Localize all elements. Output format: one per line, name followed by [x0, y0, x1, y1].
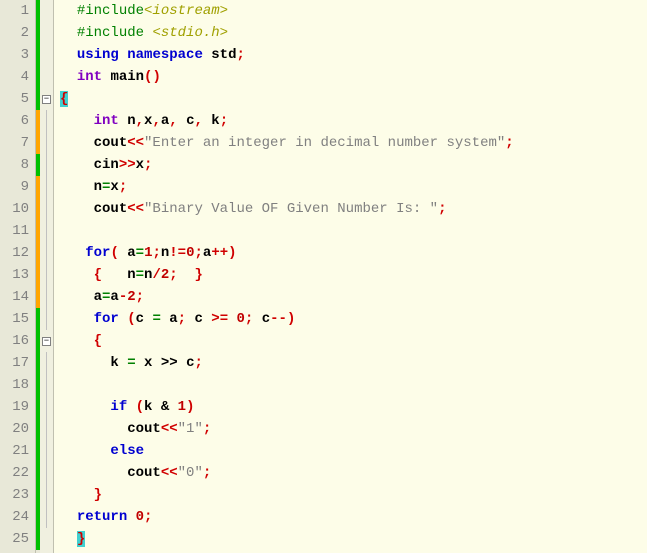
line-number: 3: [0, 44, 29, 66]
code-line: #include <stdio.h>: [60, 22, 647, 44]
code-line: for( a=1;n!=0;a++): [60, 242, 647, 264]
code-line: cout<<"Enter an integer in decimal numbe…: [60, 132, 647, 154]
code-line: {: [60, 330, 647, 352]
line-number: 22: [0, 462, 29, 484]
line-number: 21: [0, 440, 29, 462]
code-line: cout<<"0";: [60, 462, 647, 484]
code-line: n=x;: [60, 176, 647, 198]
fold-toggle-icon[interactable]: −: [42, 95, 51, 104]
line-number: 4: [0, 66, 29, 88]
code-line: cin>>x;: [60, 154, 647, 176]
line-number: 20: [0, 418, 29, 440]
line-number: 18: [0, 374, 29, 396]
line-number: 15: [0, 308, 29, 330]
code-line: }: [60, 484, 647, 506]
code-line: if (k & 1): [60, 396, 647, 418]
line-number: 24: [0, 506, 29, 528]
fold-column: − −: [40, 0, 54, 553]
code-line: else: [60, 440, 647, 462]
line-number: 17: [0, 352, 29, 374]
code-line: [60, 220, 647, 242]
line-number: 10: [0, 198, 29, 220]
code-line: {: [60, 88, 647, 110]
code-line: }: [60, 528, 647, 550]
line-number: 7: [0, 132, 29, 154]
code-line: k = x >> c;: [60, 352, 647, 374]
line-number: 16: [0, 330, 29, 352]
line-number: 2: [0, 22, 29, 44]
line-number: 5: [0, 88, 29, 110]
code-line: { n=n/2; }: [60, 264, 647, 286]
line-number: 1: [0, 0, 29, 22]
code-line: int main(): [60, 66, 647, 88]
line-number: 23: [0, 484, 29, 506]
code-area[interactable]: #include<iostream> #include <stdio.h> us…: [54, 0, 647, 553]
code-line: using namespace std;: [60, 44, 647, 66]
code-line: int n,x,a, c, k;: [60, 110, 647, 132]
line-number: 12: [0, 242, 29, 264]
fold-toggle-icon[interactable]: −: [42, 337, 51, 346]
line-number: 19: [0, 396, 29, 418]
code-editor: 1 2 3 4 5 6 7 8 9 10 11 12 13 14 15 16 1…: [0, 0, 647, 553]
code-line: for (c = a; c >= 0; c--): [60, 308, 647, 330]
line-number: 6: [0, 110, 29, 132]
line-number-gutter: 1 2 3 4 5 6 7 8 9 10 11 12 13 14 15 16 1…: [0, 0, 36, 553]
line-number: 9: [0, 176, 29, 198]
line-number: 13: [0, 264, 29, 286]
code-line: [60, 374, 647, 396]
line-number: 11: [0, 220, 29, 242]
code-line: cout<<"Binary Value OF Given Number Is: …: [60, 198, 647, 220]
code-line: cout<<"1";: [60, 418, 647, 440]
code-line: #include<iostream>: [60, 0, 647, 22]
code-line: return 0;: [60, 506, 647, 528]
code-line: a=a-2;: [60, 286, 647, 308]
line-number: 14: [0, 286, 29, 308]
line-number: 25: [0, 528, 29, 550]
line-number: 8: [0, 154, 29, 176]
